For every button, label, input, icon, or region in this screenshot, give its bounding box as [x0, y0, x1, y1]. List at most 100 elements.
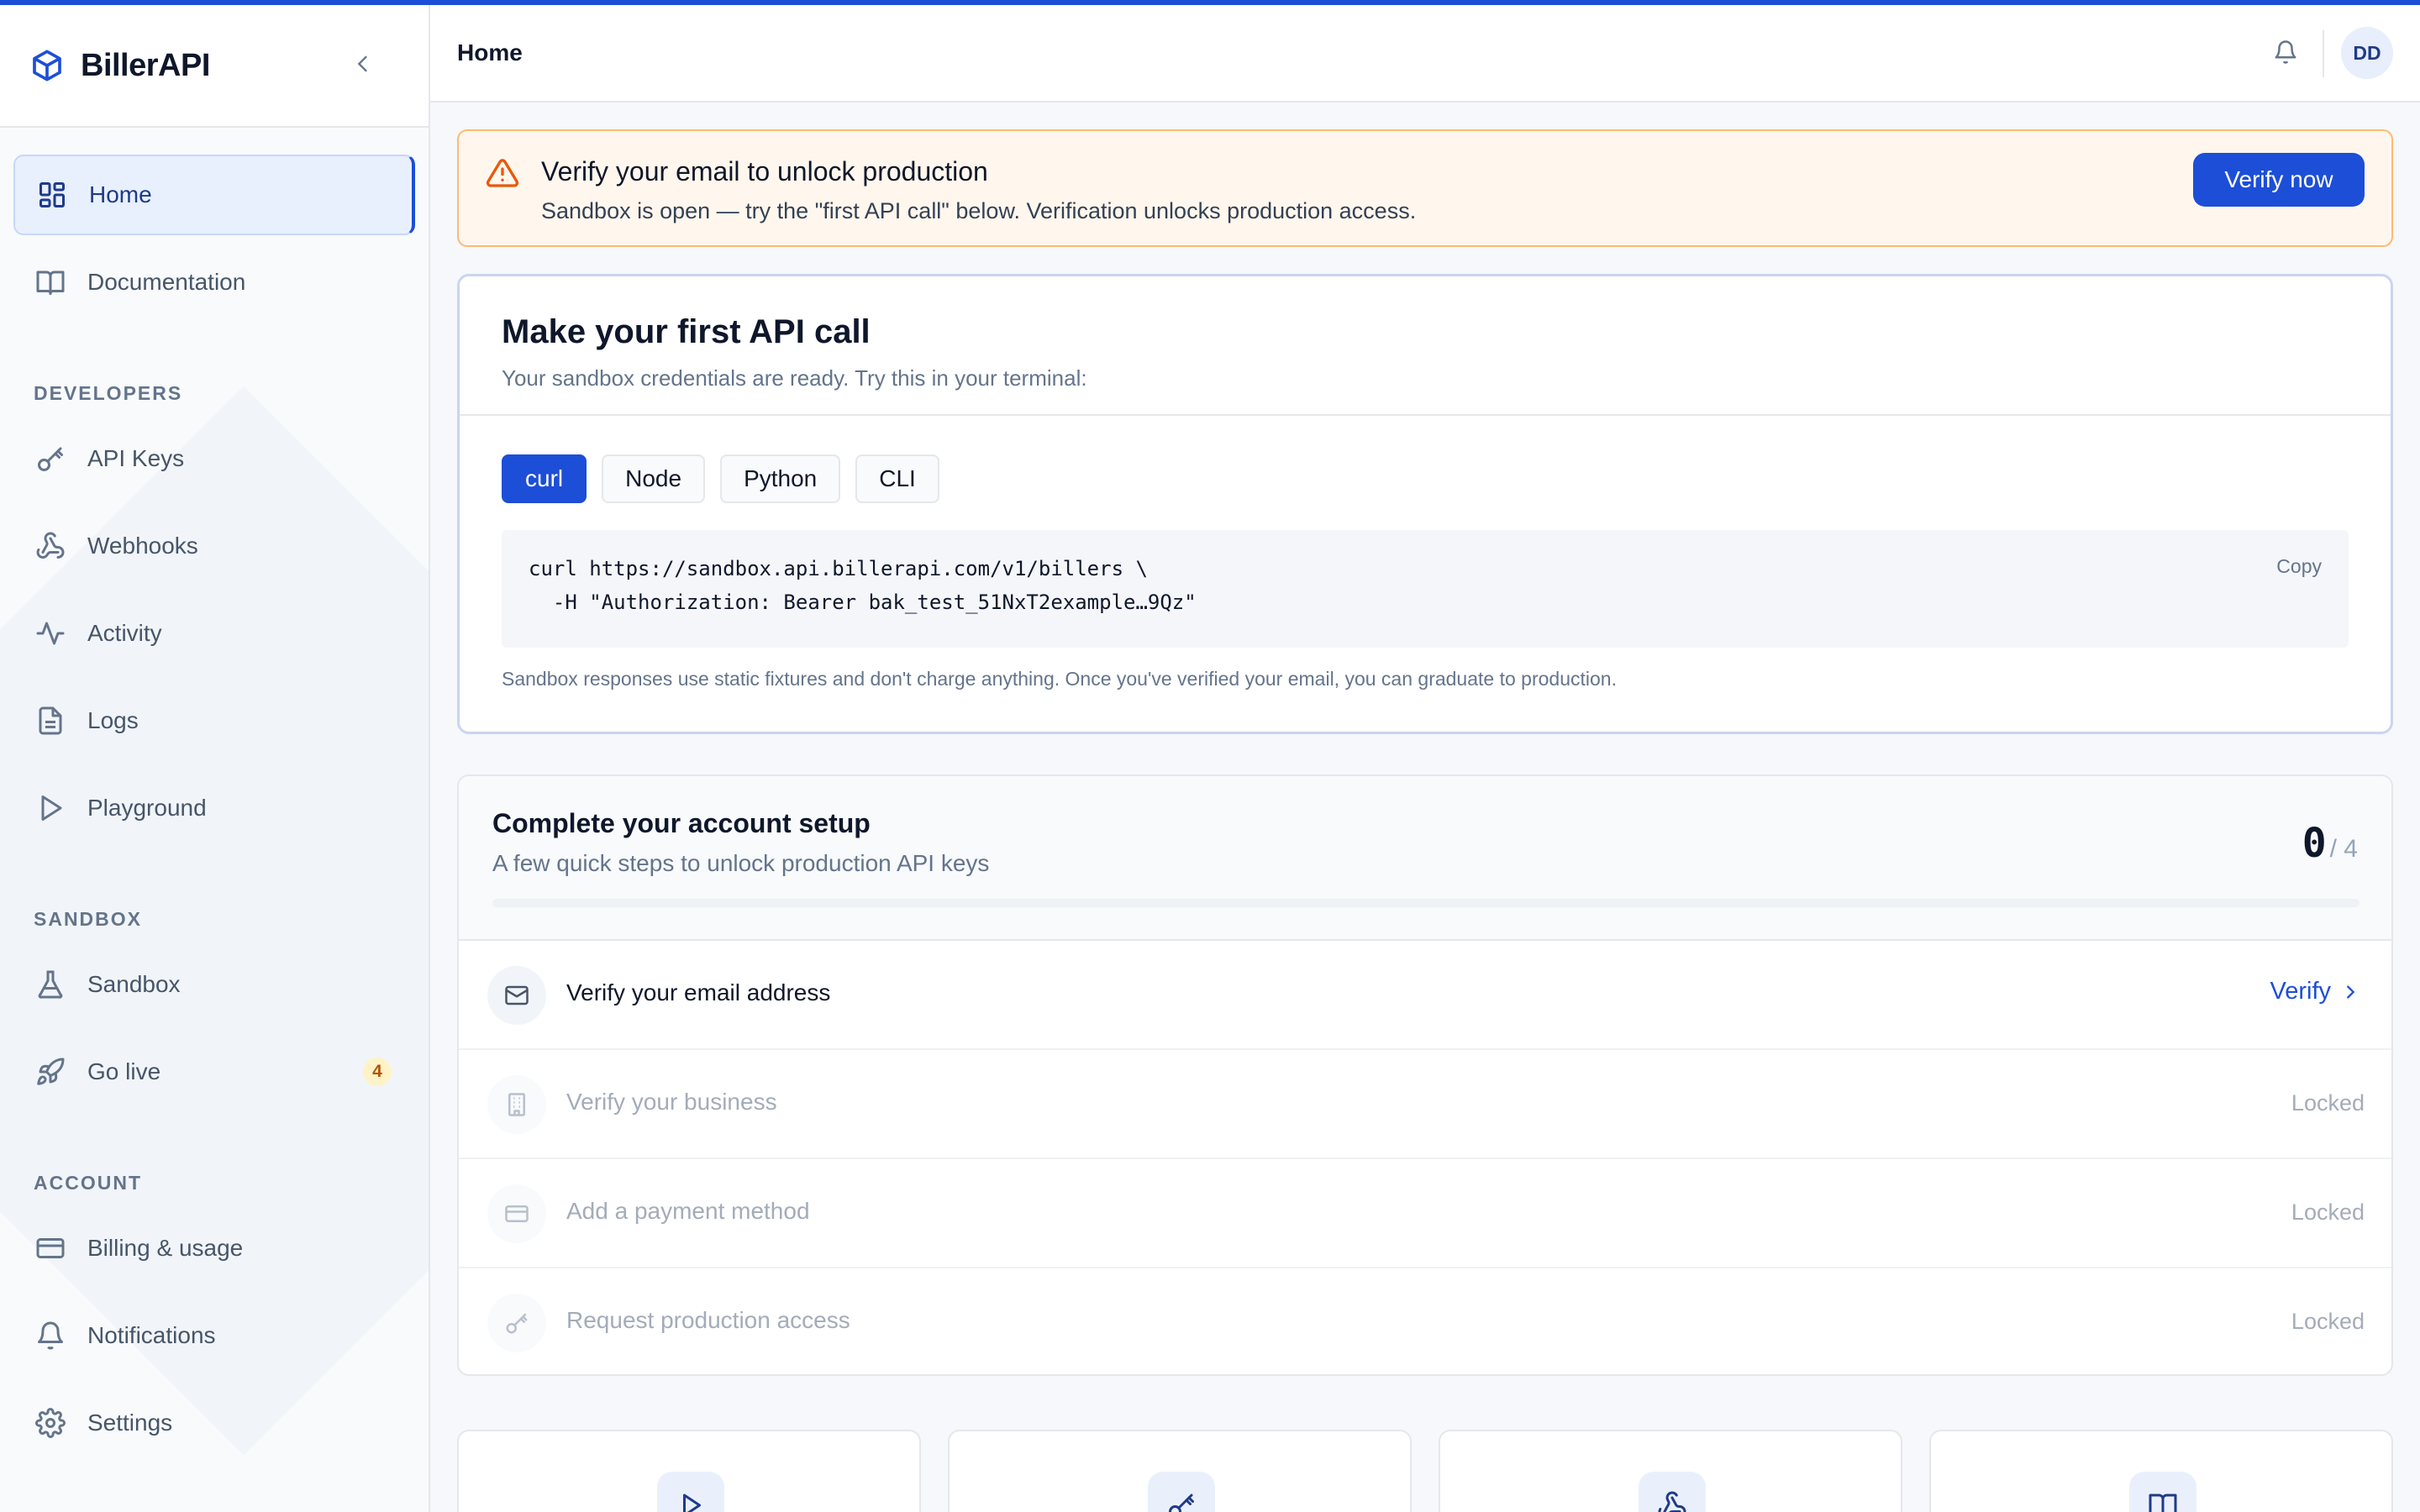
setup-step-verify-business: Verify your business Locked	[459, 1050, 2391, 1159]
sidebar-item-logs[interactable]: Logs	[13, 680, 415, 761]
api-card-subtitle: Your sandbox credentials are ready. Try …	[502, 365, 1087, 391]
sidebar-item-label: Billing & usage	[87, 1235, 244, 1261]
page-title: Home	[457, 39, 523, 66]
sidebar-item-go-live[interactable]: Go live 4	[13, 1032, 415, 1112]
setup-step-verify-email[interactable]: Verify your email address Verify	[459, 941, 2391, 1050]
setup-subtitle: A few quick steps to unlock production A…	[492, 850, 990, 876]
credit-card-icon	[34, 1231, 67, 1265]
sidebar-item-sandbox[interactable]: Sandbox	[13, 944, 415, 1025]
verify-email-alert: Verify your email to unlock production S…	[457, 129, 2393, 247]
sidebar-item-label: Webhooks	[87, 533, 198, 559]
webhook-icon	[1639, 1472, 1706, 1512]
tab-python[interactable]: Python	[720, 454, 841, 503]
avatar[interactable]: DD	[2341, 27, 2393, 79]
sidebar-item-label: Logs	[87, 707, 139, 733]
tab-cli[interactable]: CLI	[855, 454, 939, 503]
sidebar-item-label: Settings	[87, 1410, 173, 1436]
quick-link-webhooks[interactable]	[1439, 1430, 1902, 1512]
play-icon	[34, 791, 67, 825]
section-title-sandbox: SANDBOX	[34, 908, 143, 930]
setup-step-production-access: Request production access Locked	[459, 1268, 2391, 1374]
notifications-button[interactable]	[2269, 35, 2302, 69]
first-api-call-card: Make your first API call Your sandbox cr…	[457, 274, 2393, 734]
sidebar-item-label: Documentation	[87, 269, 246, 295]
code-line: curl https://sandbox.api.billerapi.com/v…	[529, 557, 1148, 580]
sidebar-item-playground[interactable]: Playground	[13, 768, 415, 848]
go-live-count-badge: 4	[363, 1058, 392, 1086]
top-accent-bar	[0, 0, 2420, 5]
setup-title: Complete your account setup	[492, 808, 871, 838]
locked-status: Locked	[2291, 1309, 2365, 1334]
sidebar: BillerAPI Home Documentation DEVELOPERS …	[0, 5, 430, 1512]
alert-text: Sandbox is open — try the "first API cal…	[541, 198, 1417, 223]
book-icon	[2129, 1472, 2196, 1512]
step-label: Verify your email address	[566, 979, 831, 1005]
completed-count: 0	[2302, 820, 2327, 867]
verify-now-button[interactable]: Verify now	[2193, 153, 2365, 207]
divider	[460, 414, 2391, 416]
code-line: -H "Authorization: Bearer bak_test_51NxT…	[529, 591, 1197, 614]
sidebar-item-activity[interactable]: Activity	[13, 593, 415, 674]
bell-icon	[34, 1319, 67, 1352]
key-icon	[1148, 1472, 1215, 1512]
copy-button[interactable]: Copy	[2276, 555, 2322, 578]
file-icon	[34, 704, 67, 738]
sidebar-item-settings[interactable]: Settings	[13, 1383, 415, 1463]
sidebar-item-api-keys[interactable]: API Keys	[13, 418, 415, 499]
quick-link-api-keys[interactable]	[948, 1430, 1412, 1512]
sidebar-item-label: Home	[89, 181, 152, 207]
book-icon	[34, 265, 67, 299]
cube-logo-icon	[33, 50, 61, 81]
activity-icon	[34, 617, 67, 650]
step-label: Add a payment method	[566, 1198, 810, 1224]
verify-email-link[interactable]: Verify	[2270, 978, 2360, 1005]
tab-curl[interactable]: curl	[502, 454, 587, 503]
rocket-icon	[34, 1055, 67, 1089]
sidebar-item-documentation[interactable]: Documentation	[13, 242, 415, 323]
top-header: Home DD	[430, 5, 2420, 102]
sidebar-item-label: Playground	[87, 795, 207, 821]
section-title-developers: DEVELOPERS	[34, 382, 183, 404]
header-divider	[2323, 30, 2324, 77]
sidebar-item-home[interactable]: Home	[13, 155, 415, 235]
account-setup-card: Complete your account setup A few quick …	[457, 774, 2393, 1376]
play-icon	[657, 1472, 724, 1512]
main-content: Verify your email to unlock production S…	[457, 102, 2393, 1512]
api-card-title: Make your first API call	[502, 313, 871, 350]
warning-triangle-icon	[486, 159, 519, 187]
chevron-right-icon	[2347, 984, 2355, 999]
alert-title: Verify your email to unlock production	[541, 156, 988, 186]
setup-progress-count: 0 / 4	[2302, 820, 2358, 867]
language-tabs: curl Node Python CLI	[502, 454, 939, 503]
sandbox-note: Sandbox responses use static fixtures an…	[502, 668, 1617, 690]
sidebar-item-webhooks[interactable]: Webhooks	[13, 506, 415, 586]
sidebar-item-label: Notifications	[87, 1322, 216, 1348]
locked-status: Locked	[2291, 1200, 2365, 1225]
section-title-account: ACCOUNT	[34, 1172, 142, 1194]
chevron-left-icon	[357, 55, 367, 72]
step-label: Request production access	[566, 1307, 850, 1333]
quick-link-playground[interactable]	[457, 1430, 921, 1512]
locked-status: Locked	[2291, 1090, 2365, 1116]
sidebar-item-label: Go live	[87, 1058, 161, 1084]
key-icon	[34, 442, 67, 475]
key-icon	[487, 1294, 546, 1352]
gear-icon	[34, 1406, 67, 1440]
sidebar-item-notifications[interactable]: Notifications	[13, 1295, 415, 1376]
total-count: / 4	[2329, 835, 2358, 863]
tab-node[interactable]: Node	[602, 454, 706, 503]
sidebar-item-label: Sandbox	[87, 971, 181, 997]
building-icon	[487, 1075, 546, 1134]
credit-card-icon	[487, 1184, 546, 1243]
grid-icon	[35, 178, 69, 212]
quick-link-documentation[interactable]	[1929, 1430, 2393, 1512]
sidebar-item-label: API Keys	[87, 445, 185, 471]
webhook-icon	[34, 529, 67, 563]
sidebar-item-billing[interactable]: Billing & usage	[13, 1208, 415, 1289]
collapse-sidebar-button[interactable]	[346, 47, 380, 81]
code-snippet: curl https://sandbox.api.billerapi.com/v…	[502, 530, 2349, 648]
setup-progress-bar	[492, 899, 2360, 907]
setup-step-payment-method: Add a payment method Locked	[459, 1159, 2391, 1268]
quick-links	[457, 1430, 2393, 1512]
mail-icon	[487, 966, 546, 1025]
